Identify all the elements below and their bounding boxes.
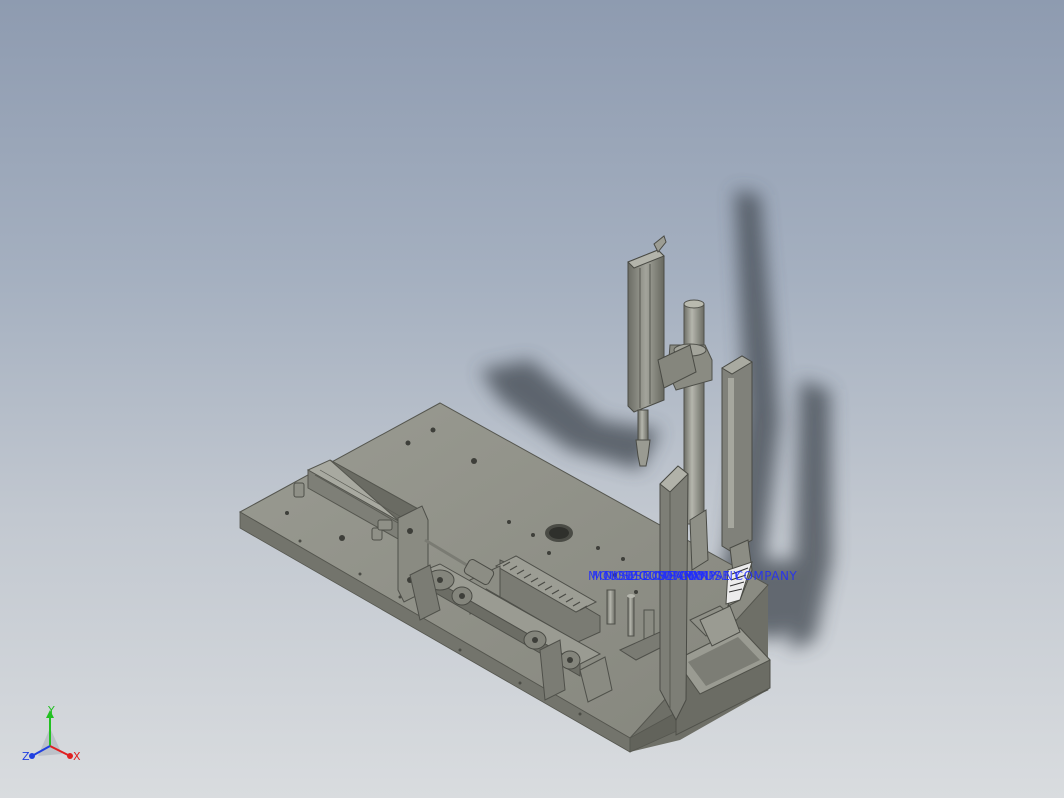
assembly-model[interactable] — [0, 0, 1064, 798]
y-axis-label: Y — [47, 704, 55, 717]
z-axis-label: Z — [22, 750, 30, 763]
x-axis-label: X — [73, 750, 81, 763]
axis-triad[interactable]: Y X Z — [14, 704, 94, 784]
z-axis-arrow-head — [29, 753, 35, 759]
cad-viewport[interactable]: MOUSE COMPANY MOUSE COMPANY MOUSE COMPAN… — [0, 0, 1064, 798]
annotation-text-layer: MOUSE COMPANY — [684, 569, 798, 583]
